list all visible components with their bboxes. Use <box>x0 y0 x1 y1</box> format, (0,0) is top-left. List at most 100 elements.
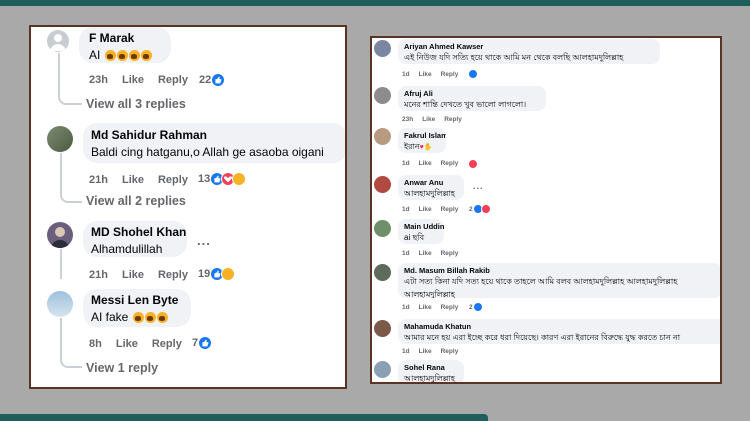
like-button[interactable]: Like <box>419 250 432 257</box>
reaction-summary[interactable]: 13 <box>198 172 247 186</box>
reply-button[interactable]: Reply <box>441 348 459 355</box>
avatar[interactable] <box>47 30 69 52</box>
more-options-icon[interactable]: ... <box>473 181 484 191</box>
comment-bubble: Md. Masum Billah Rakib এটা সত্য কিনা যদি… <box>398 263 720 298</box>
comment-actions: 1d Like Reply <box>402 160 467 167</box>
commenter-name[interactable]: Messi Len Byte <box>91 293 183 307</box>
comment-text: আমার মনে হয় এরা ইচ্ছে করে ধরা দিয়েছে। … <box>404 333 681 342</box>
like-button[interactable]: Like <box>419 304 432 311</box>
comment-bubble: Main Uddin ai ছবি <box>398 219 444 244</box>
timestamp[interactable]: 1d <box>402 304 410 311</box>
comment-actions: 1d Like Reply <box>402 348 467 355</box>
like-button[interactable]: Like <box>419 160 432 167</box>
comment-bubble: Mahamuda Khatun আমার মনে হয় এরা ইচ্ছে ক… <box>398 319 720 344</box>
commenter-name[interactable]: Md. Masum Billah Rakib <box>404 266 716 275</box>
commenter-name[interactable]: MD Shohel Khan <box>91 225 186 239</box>
timestamp[interactable]: 1d <box>402 348 410 355</box>
comment-text: আলহামদুলিল্লাহ <box>404 189 455 198</box>
timestamp[interactable]: 21h <box>89 174 108 186</box>
reaction-summary[interactable]: 22 <box>199 73 226 87</box>
reaction-summary[interactable]: 2 <box>469 302 483 312</box>
reaction-summary[interactable]: 2 <box>469 204 491 214</box>
avatar[interactable] <box>374 40 391 57</box>
like-button[interactable]: Like <box>122 269 144 281</box>
like-button[interactable]: Like <box>419 348 432 355</box>
left-comments-screenshot: F Marak AI 23h Like Reply 22 View all 3 re… <box>29 25 347 389</box>
like-button[interactable]: Like <box>122 174 144 186</box>
timestamp[interactable]: 8h <box>89 338 102 350</box>
comment-bubble: Sohel Rana আলহামদুলিল্লাহ <box>398 360 464 383</box>
reaction-summary[interactable]: 19 <box>198 267 236 281</box>
timestamp[interactable]: 1d <box>402 206 410 213</box>
reaction-summary[interactable]: 7 <box>192 336 213 350</box>
commenter-name[interactable]: Md Sahidur Rahman <box>91 128 339 142</box>
comment-bubble: MD Shohel Khan Alhamdulillah <box>83 221 187 257</box>
avatar[interactable] <box>374 361 391 378</box>
view-replies-link[interactable]: View all 2 replies <box>86 194 186 208</box>
reaction-count: 19 <box>198 268 211 280</box>
avatar[interactable] <box>47 222 73 248</box>
comment-actions: 21h Like Reply <box>89 174 202 186</box>
like-reaction-icon <box>198 336 213 350</box>
avatar[interactable] <box>374 320 391 337</box>
rofl-emoji-icon <box>140 50 152 62</box>
reply-button[interactable]: Reply <box>152 338 182 350</box>
commenter-name[interactable]: Sohel Rana <box>404 363 458 372</box>
reply-button[interactable]: Reply <box>158 269 188 281</box>
avatar[interactable] <box>374 220 391 237</box>
like-button[interactable]: Like <box>116 338 138 350</box>
comment-actions: 21h Like Reply <box>89 269 202 281</box>
reply-button[interactable]: Reply <box>441 160 459 167</box>
avatar[interactable] <box>374 128 391 145</box>
commenter-name[interactable]: Ariyan Ahmed Kawser <box>404 42 654 51</box>
reply-button[interactable]: Reply <box>441 304 459 311</box>
love-reaction-icon[interactable] <box>468 159 478 169</box>
timestamp[interactable]: 23h <box>89 74 108 86</box>
comment-text: Baldi cing hatganu,o Allah ge asaoba oig… <box>91 145 324 159</box>
like-reaction-icon[interactable] <box>468 69 478 79</box>
avatar[interactable] <box>374 264 391 281</box>
thread-line <box>58 53 82 105</box>
comment-bubble: Anwar Anu আলহামদুলিল্লাহ <box>398 175 464 200</box>
avatar[interactable] <box>374 176 391 193</box>
thread-line <box>60 153 82 203</box>
reply-button[interactable]: Reply <box>158 74 188 86</box>
avatar[interactable] <box>47 291 73 317</box>
like-button[interactable]: Like <box>419 71 432 78</box>
avatar[interactable] <box>374 87 391 104</box>
reply-button[interactable]: Reply <box>158 174 188 186</box>
timestamp[interactable]: 1d <box>402 250 410 257</box>
like-button[interactable]: Like <box>419 206 432 213</box>
comment-text: এই নিউজ যদি সত্যি হয়ে থাকে আমি মন থেকে … <box>404 53 624 62</box>
praying-hands-emoji-icon: ✋ <box>423 144 433 151</box>
view-replies-link[interactable]: View all 3 replies <box>86 97 186 111</box>
comment-text: AI <box>89 48 161 62</box>
reply-button[interactable]: Reply <box>441 250 459 257</box>
commenter-name[interactable]: Afruj Ali <box>404 89 540 98</box>
like-button[interactable]: Like <box>422 116 435 123</box>
timestamp[interactable]: 1d <box>402 160 410 167</box>
timestamp[interactable]: 21h <box>89 269 108 281</box>
more-options-icon[interactable]: ... <box>197 233 211 248</box>
commenter-name[interactable]: Anwar Anu <box>404 178 458 187</box>
comment-text: AI fake <box>91 310 183 324</box>
view-replies-link[interactable]: View 1 reply <box>86 361 158 375</box>
comment-text-line2: আলহামদুলিল্লাহ <box>404 290 455 298</box>
reply-button[interactable]: Reply <box>444 116 462 123</box>
comment-bubble: Messi Len Byte AI fake <box>83 289 191 327</box>
comment-text: আলহামদুলিল্লাহ <box>404 374 455 383</box>
like-button[interactable]: Like <box>122 74 144 86</box>
timestamp[interactable]: 23h <box>402 116 413 123</box>
reply-button[interactable]: Reply <box>441 71 459 78</box>
haha-reaction-icon <box>232 172 247 186</box>
laughing-emoji-icon <box>144 312 156 324</box>
reaction-count: 22 <box>199 74 212 86</box>
commenter-name[interactable]: Main Uddin <box>404 222 444 231</box>
reply-button[interactable]: Reply <box>441 206 459 213</box>
timestamp[interactable]: 1d <box>402 71 410 78</box>
commenter-name[interactable]: Fakrul Islam <box>404 131 446 140</box>
commenter-name[interactable]: Mahamuda Khatun <box>404 322 720 331</box>
avatar[interactable] <box>47 126 73 152</box>
laughing-emoji-icon <box>156 312 168 324</box>
commenter-name[interactable]: F Marak <box>89 31 161 45</box>
